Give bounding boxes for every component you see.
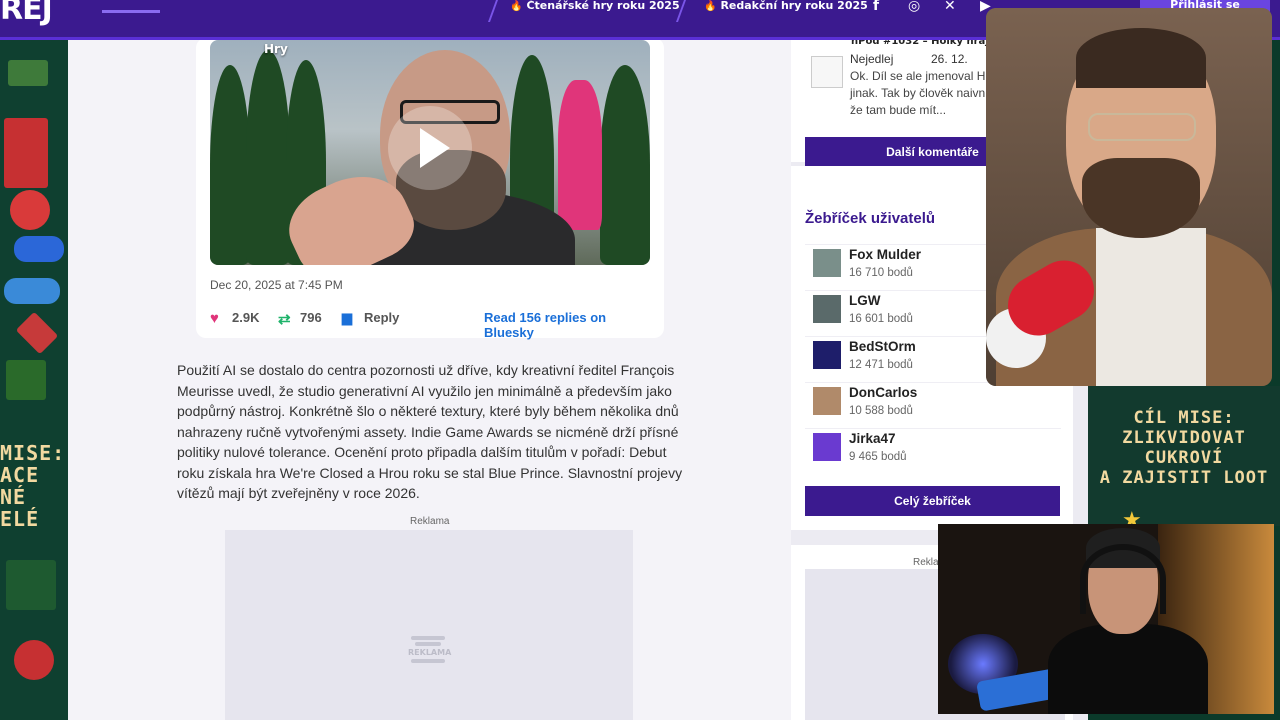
mission-text-left: ACE bbox=[0, 463, 40, 487]
repost-icon[interactable]: ⇄ bbox=[278, 310, 291, 328]
mission-text-left: MISE: bbox=[0, 441, 66, 465]
webcam-overlay-secondary bbox=[938, 524, 1274, 714]
avatar bbox=[811, 56, 843, 88]
avatar bbox=[813, 249, 841, 277]
ranking-user-points: 16 710 bodů bbox=[849, 267, 913, 279]
mission-text-right: CÍL MISE: bbox=[1133, 408, 1235, 428]
ranking-user-name: Fox Mulder bbox=[849, 247, 922, 262]
comment-text: Ok. Díl se ale jmenoval H jinak. Tak by … bbox=[850, 69, 986, 117]
reposts-count: 796 bbox=[300, 310, 322, 325]
pixel-art-background-right: CÍL MISE: ZLIKVIDOVAT CUKROVÍ A ZAJISTIT… bbox=[1088, 386, 1280, 526]
nav-link-ctenarske-hry[interactable]: 🔥 Čtenářské hry roku 2025 bbox=[510, 0, 680, 12]
ranking-user-points: 16 601 bodů bbox=[849, 313, 913, 325]
comment-date: 26. 12. bbox=[931, 52, 968, 66]
video-label: Hry bbox=[264, 42, 288, 56]
x-icon[interactable]: ✕ bbox=[944, 0, 956, 14]
site-logo[interactable]: REJ bbox=[0, 0, 53, 27]
mission-text-left: ELÉ bbox=[0, 507, 40, 531]
pixel-art-background-left: MISE: ACE NÉ ELÉ bbox=[0, 40, 68, 720]
avatar bbox=[813, 387, 841, 415]
ranking-user-name: DonCarlos bbox=[849, 385, 918, 400]
ranking-user-points: 12 471 bodů bbox=[849, 359, 913, 371]
ranking-row[interactable]: DonCarlos 10 588 bodů bbox=[805, 382, 1061, 422]
ranking-user-name: LGW bbox=[849, 293, 881, 308]
ranking-row[interactable]: Jirka47 9 465 bodů bbox=[805, 428, 1061, 468]
video-player[interactable]: Hry bbox=[210, 40, 650, 265]
avatar bbox=[813, 295, 841, 323]
flame-icon: 🔥 bbox=[704, 1, 717, 12]
umbrella bbox=[558, 80, 602, 230]
ad-logo-icon: REKLAMA bbox=[408, 634, 451, 665]
webcam-overlay-main bbox=[986, 8, 1272, 386]
ranking-user-name: Jirka47 bbox=[849, 431, 896, 446]
ad-placeholder: REKLAMA bbox=[225, 530, 633, 720]
heart-icon[interactable]: ♥ bbox=[210, 310, 219, 327]
comment-user[interactable]: Nejedlej bbox=[850, 52, 893, 66]
bluesky-embed: Hry Dec 20, 2025 at 7:45 PM ♥ 2.9K ⇄ 796… bbox=[196, 38, 664, 340]
ranking-title: Žebříček uživatelů bbox=[805, 210, 936, 227]
post-stats: ♥ 2.9K ⇄ 796 ▆ Reply Read 156 replies on… bbox=[210, 310, 650, 340]
mission-text-right: ZLIKVIDOVAT bbox=[1122, 428, 1246, 448]
play-icon[interactable] bbox=[388, 106, 472, 190]
mission-text-left: NÉ bbox=[0, 485, 27, 509]
main-content: Hry Dec 20, 2025 at 7:45 PM ♥ 2.9K ⇄ 796… bbox=[68, 38, 791, 720]
avatar bbox=[813, 341, 841, 369]
ranking-user-name: BedStOrm bbox=[849, 339, 916, 354]
instagram-icon[interactable]: ◎ bbox=[908, 0, 920, 14]
avatar bbox=[813, 433, 841, 461]
nav-divider bbox=[487, 0, 499, 22]
ad-label: Reklama bbox=[410, 516, 450, 527]
facebook-icon[interactable]: f bbox=[873, 0, 879, 14]
ranking-user-points: 9 465 bodů bbox=[849, 451, 907, 463]
reply-icon[interactable]: ▆ bbox=[342, 310, 352, 326]
mission-text-right: CUKROVÍ bbox=[1144, 448, 1224, 468]
full-ranking-button[interactable]: Celý žebříček bbox=[805, 486, 1060, 516]
mission-text-right: A ZAJISTIT LOOT bbox=[1099, 468, 1269, 488]
read-replies-link[interactable]: Read 156 replies on Bluesky bbox=[484, 310, 650, 340]
article-paragraph: Použití AI se dostalo do centra pozornos… bbox=[177, 362, 683, 501]
flame-icon: 🔥 bbox=[510, 1, 523, 12]
reply-button[interactable]: Reply bbox=[364, 310, 399, 325]
post-date: Dec 20, 2025 at 7:45 PM bbox=[210, 278, 343, 292]
likes-count: 2.9K bbox=[232, 310, 260, 325]
nav-active-indicator bbox=[102, 10, 160, 13]
ranking-user-points: 10 588 bodů bbox=[849, 405, 913, 417]
nav-link-redakcni-hry[interactable]: 🔥 Redakční hry roku 2025 bbox=[704, 0, 868, 12]
